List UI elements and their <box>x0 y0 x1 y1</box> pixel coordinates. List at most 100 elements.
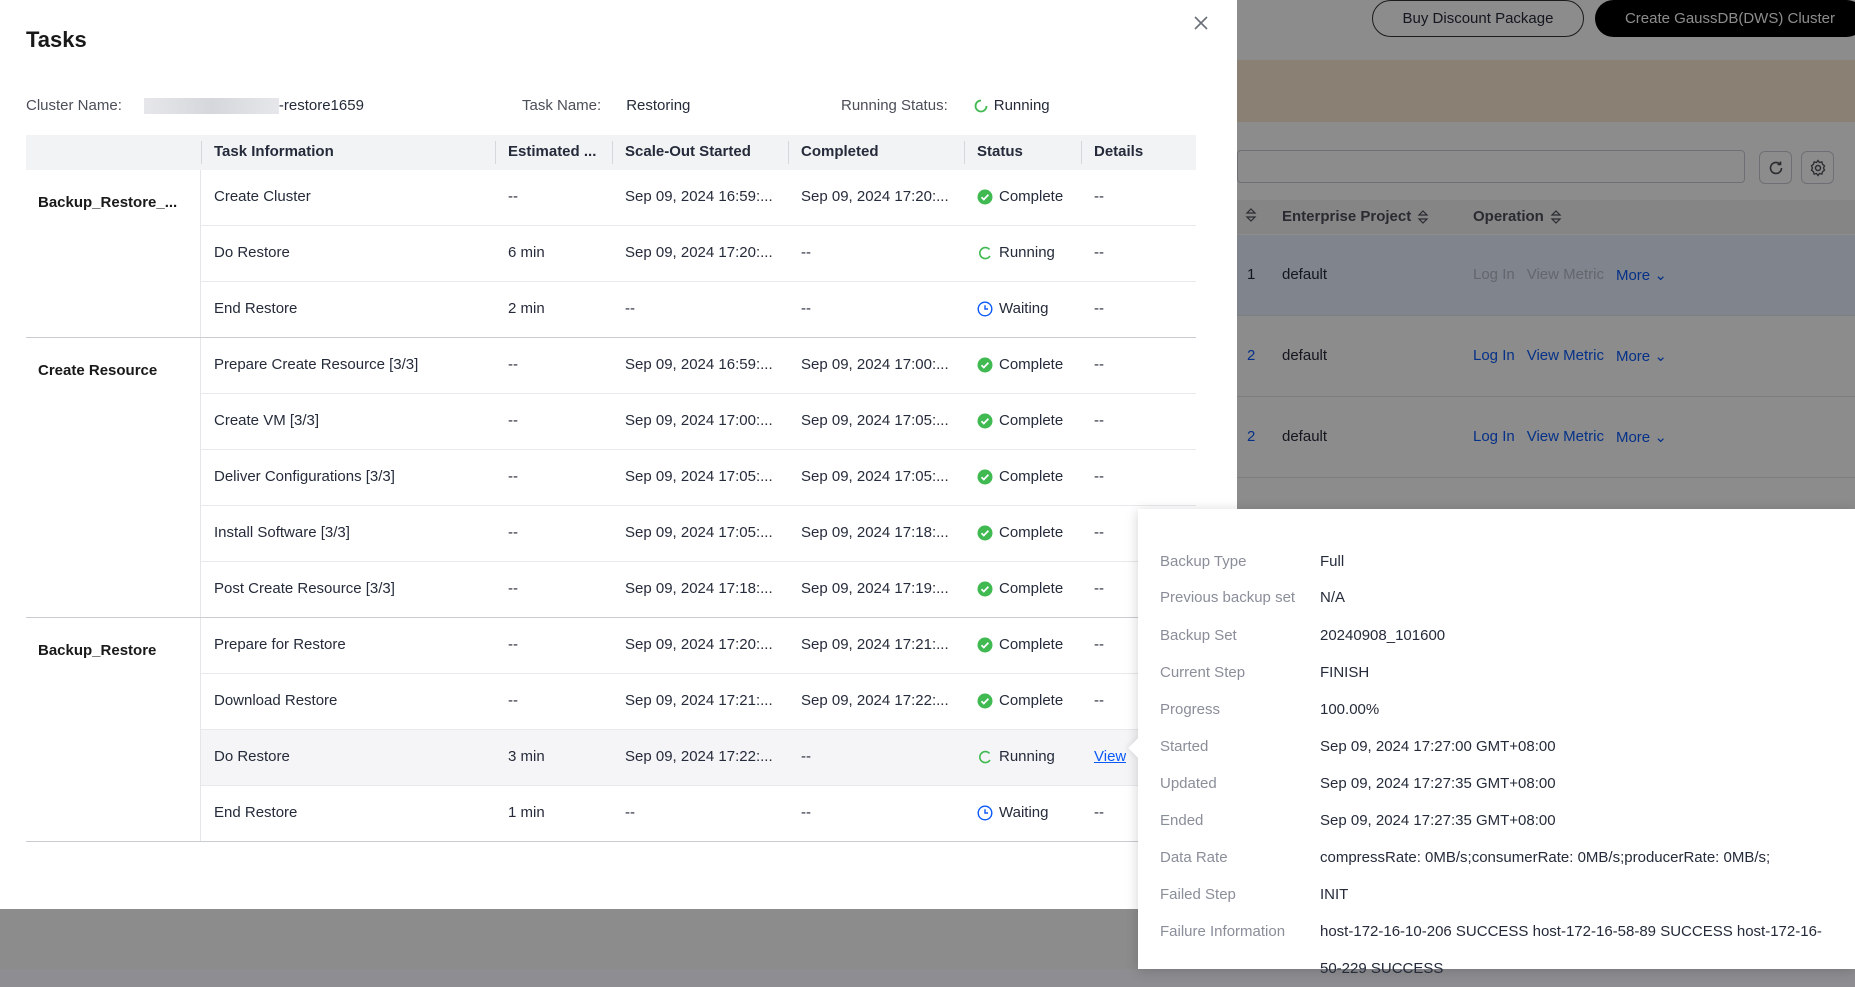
completed-time: Sep 09, 2024 17:21:... <box>801 636 949 653</box>
task-name: Create VM [3/3] <box>214 412 320 429</box>
completed-time: -- <box>801 244 811 261</box>
detail-value: host-172-16-10-206 SUCCESS host-172-16-5… <box>1320 923 1822 977</box>
completed-time: -- <box>801 748 811 765</box>
check-circle-icon <box>977 189 993 204</box>
masked-cluster-name <box>143 97 279 114</box>
view-details-link[interactable]: View <box>1094 748 1126 765</box>
table-row: Prepare Create Resource [3/3] -- Sep 09, 2… <box>201 338 1196 394</box>
clock-icon <box>977 300 993 317</box>
detail-key: Failure Information <box>1160 923 1286 940</box>
detail-value: FINISH <box>1320 664 1370 681</box>
table-row: End Restore 2 min -- -- Waiting -- <box>201 282 1196 337</box>
status-badge: Complete <box>977 692 1063 709</box>
started-time: Sep 09, 2024 16:59:... <box>625 188 773 205</box>
check-circle-icon <box>977 637 993 652</box>
completed-time: Sep 09, 2024 17:05:... <box>801 412 949 429</box>
task-name: Prepare Create Resource [3/3] <box>214 356 419 373</box>
details-value: -- <box>1094 804 1104 821</box>
details-value: -- <box>1094 244 1104 261</box>
check-circle-icon <box>977 581 993 596</box>
details-value: -- <box>1094 412 1104 429</box>
status-badge: Complete <box>977 524 1063 541</box>
detail-row: Backup Type Full <box>1160 543 1840 580</box>
detail-value: compressRate: 0MB/s;consumerRate: 0MB/s;… <box>1320 849 1771 866</box>
detail-row: Current Step FINISH <box>1160 654 1840 691</box>
table-row: Post Create Resource [3/3] -- Sep 09, 2024… <box>201 562 1196 617</box>
completed-time: Sep 09, 2024 17:05:... <box>801 468 949 485</box>
status-badge: Complete <box>977 580 1063 597</box>
estimated-time: -- <box>508 412 518 429</box>
detail-row: Updated Sep 09, 2024 17:27:35 GMT+08:00 <box>1160 765 1840 802</box>
started-time: Sep 09, 2024 17:05:... <box>625 524 773 541</box>
detail-row: Data Rate compressRate: 0MB/s;consumerRat… <box>1160 839 1840 876</box>
completed-time: Sep 09, 2024 17:00:... <box>801 356 949 373</box>
completed-time: -- <box>801 804 811 821</box>
detail-value: Full <box>1320 553 1345 570</box>
group-name: Backup_Restore_... <box>38 194 178 211</box>
table-row: Do Restore 3 min Sep 09, 2024 17:22:... -- R… <box>201 730 1196 786</box>
check-circle-icon <box>977 469 993 484</box>
status-badge: Running <box>977 748 1055 765</box>
task-group: Backup_Restore_... Create Cluster -- Sep 09… <box>26 170 1196 338</box>
details-value: -- <box>1094 580 1104 597</box>
tasks-table-header: Task Information Estimated ... Scale-Out… <box>26 135 1196 170</box>
task-name: End Restore <box>214 300 298 317</box>
close-icon[interactable] <box>1190 12 1212 34</box>
detail-row: Failed Step INIT <box>1160 876 1840 913</box>
started-time: Sep 09, 2024 17:18:... <box>625 580 773 597</box>
task-name-field: Task Name: Restoring <box>522 97 691 114</box>
detail-value: Sep 09, 2024 17:27:00 GMT+08:00 <box>1320 738 1556 755</box>
estimated-time: 6 min <box>508 244 545 261</box>
completed-time: -- <box>801 300 811 317</box>
detail-value: N/A <box>1320 589 1346 606</box>
status-badge: Complete <box>977 412 1063 429</box>
dialog-title: Tasks <box>26 27 87 52</box>
running-spinner-icon <box>974 99 988 112</box>
estimated-time: -- <box>508 580 518 597</box>
tasks-table: Task Information Estimated ... Scale-Out… <box>26 135 1196 842</box>
details-value: -- <box>1094 356 1104 373</box>
started-time: -- <box>625 300 635 317</box>
check-circle-icon <box>977 413 993 428</box>
detail-key: Previous backup set <box>1160 589 1296 606</box>
status-badge: Waiting <box>977 300 1048 317</box>
table-row: End Restore 1 min -- -- Waiting -- <box>201 786 1196 841</box>
detail-value: Sep 09, 2024 17:27:35 GMT+08:00 <box>1320 775 1556 792</box>
estimated-time: 1 min <box>508 804 545 821</box>
details-value: -- <box>1094 524 1104 541</box>
task-name: Prepare for Restore <box>214 636 346 653</box>
detail-row: Previous backup set N/A <box>1160 579 1840 616</box>
detail-value: Sep 09, 2024 17:27:35 GMT+08:00 <box>1320 812 1556 829</box>
table-row: Create VM [3/3] -- Sep 09, 2024 17:00:... S… <box>201 394 1196 450</box>
task-name: Do Restore <box>214 748 290 765</box>
tasks-dialog: Tasks Cluster Name: -restore1659 Task Na… <box>0 0 1237 909</box>
details-value: -- <box>1094 468 1104 485</box>
task-name: Deliver Configurations [3/3] <box>214 468 395 485</box>
completed-time: Sep 09, 2024 17:18:... <box>801 524 949 541</box>
detail-key: Started <box>1160 738 1209 755</box>
table-row: Install Software [3/3] -- Sep 09, 2024 17:… <box>201 506 1196 562</box>
started-time: Sep 09, 2024 17:00:... <box>625 412 773 429</box>
detail-key: Current Step <box>1160 664 1246 681</box>
detail-row: Failure Information host-172-16-10-206 SU… <box>1160 913 1840 987</box>
estimated-time: -- <box>508 356 518 373</box>
detail-key: Backup Type <box>1160 553 1247 570</box>
status-badge: Complete <box>977 188 1063 205</box>
table-row: Deliver Configurations [3/3] -- Sep 09, 20… <box>201 450 1196 506</box>
started-time: Sep 09, 2024 17:21:... <box>625 692 773 709</box>
check-circle-icon <box>977 357 993 372</box>
status-badge: Complete <box>977 468 1063 485</box>
estimated-time: -- <box>508 188 518 205</box>
started-time: -- <box>625 804 635 821</box>
detail-key: Updated <box>1160 775 1217 792</box>
detail-key: Failed Step <box>1160 886 1236 903</box>
table-row: Create Cluster -- Sep 09, 2024 16:59:... Se… <box>201 170 1196 226</box>
task-name: Post Create Resource [3/3] <box>214 580 395 597</box>
check-circle-icon <box>977 693 993 708</box>
details-value: -- <box>1094 692 1104 709</box>
task-name: Download Restore <box>214 692 338 709</box>
running-spinner-icon <box>979 750 991 763</box>
detail-value: INIT <box>1320 886 1349 903</box>
detail-key: Backup Set <box>1160 627 1237 644</box>
task-name: End Restore <box>214 804 298 821</box>
